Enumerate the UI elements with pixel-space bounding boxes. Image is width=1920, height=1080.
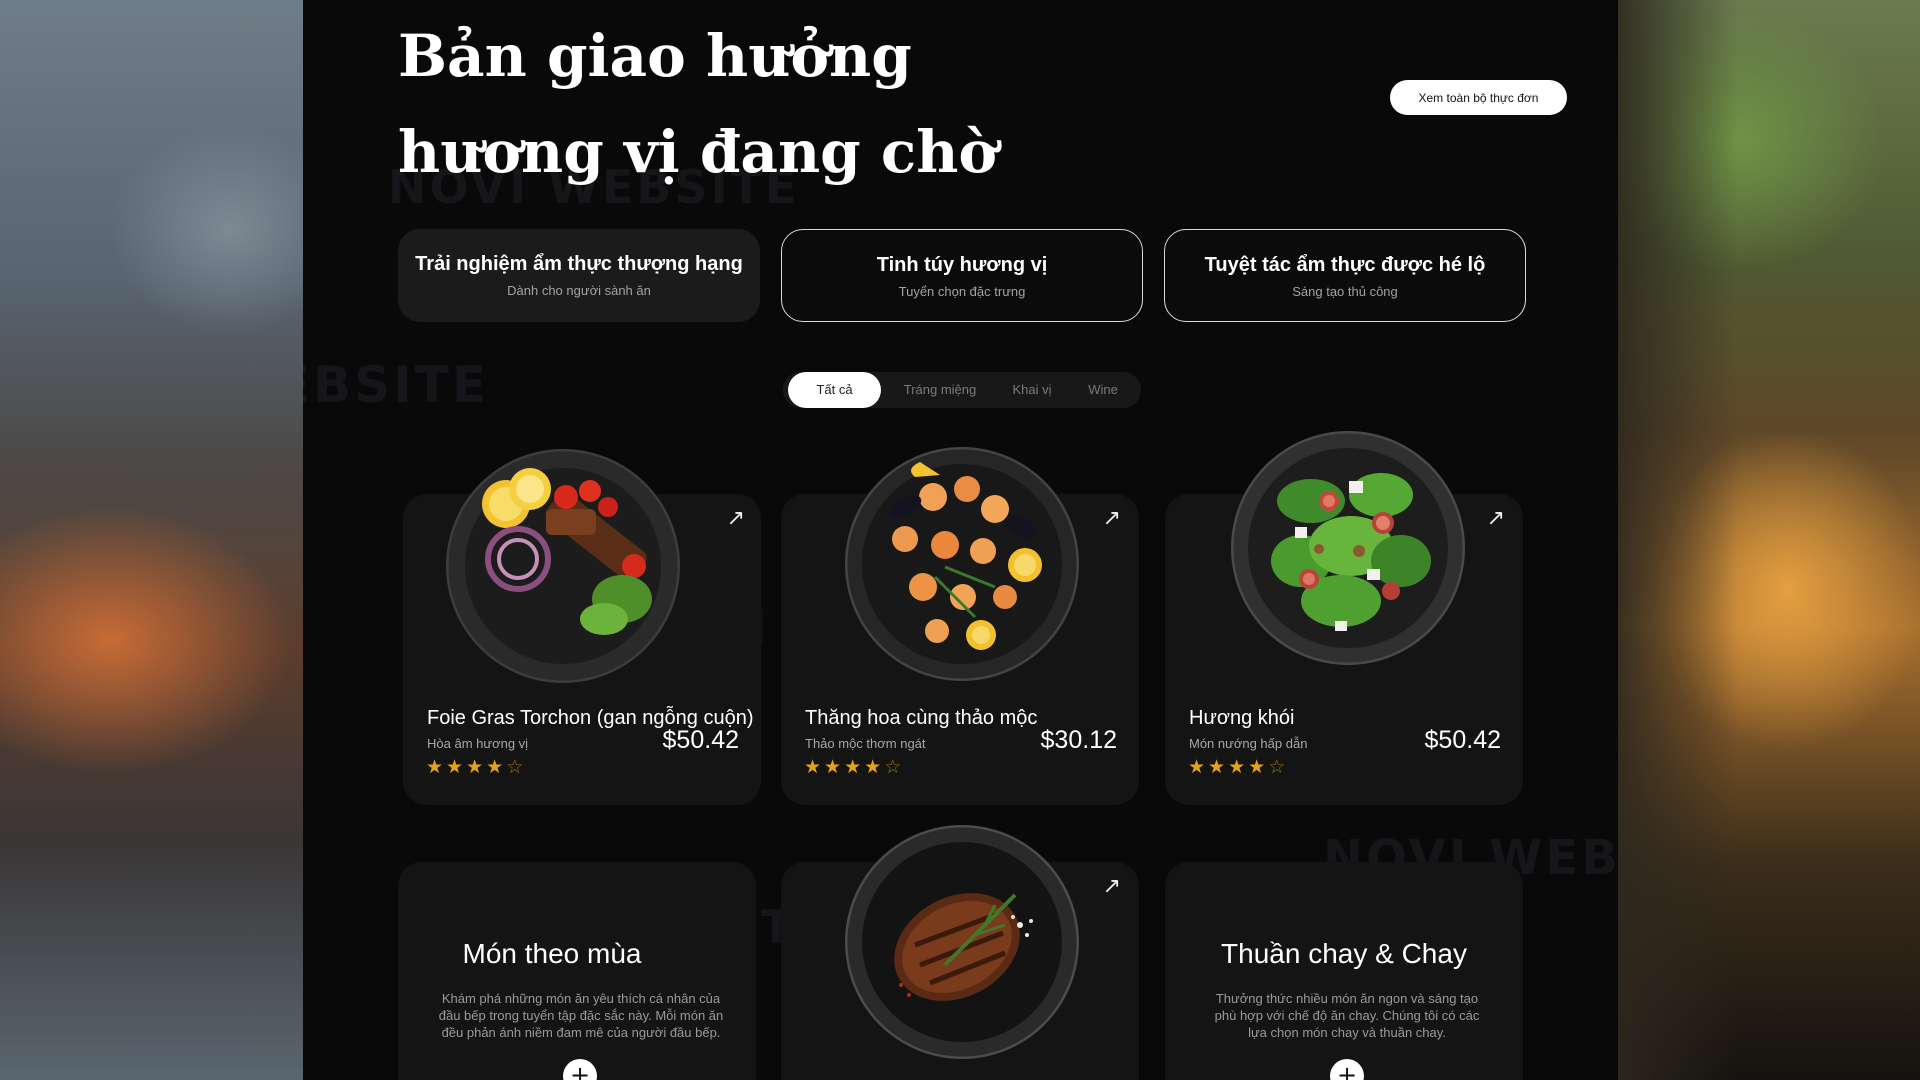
feature-subtitle: Sáng tạo thủ công	[1292, 284, 1398, 299]
background-photo-left	[0, 0, 303, 1080]
feature-title: Trải nghiệm ẩm thực thượng hạng	[415, 253, 743, 275]
vegan-dishes-card[interactable]: Thuần chay & Chay Thưởng thức nhiều món …	[1165, 862, 1523, 1080]
feature-title: Tuyệt tác ẩm thực được hé lộ	[1204, 254, 1486, 276]
arrow-up-right-icon[interactable]: ↗	[1103, 506, 1121, 531]
dish-image-grilled-skewer	[446, 449, 680, 683]
feature-card-masterpiece[interactable]: Tuyệt tác ẩm thực được hé lộ Sáng tạo th…	[1164, 229, 1526, 322]
star-rating: ★★★★☆	[426, 756, 526, 779]
star-icon: ★	[466, 757, 487, 778]
dish-price: $30.12	[1040, 726, 1117, 754]
arrow-up-right-icon[interactable]: ↗	[1487, 506, 1505, 531]
plus-icon[interactable]: +	[563, 1059, 597, 1080]
dish-price: $50.42	[662, 726, 739, 754]
dish-image-seafood	[845, 447, 1079, 681]
star-icon: ★	[1248, 757, 1269, 778]
dish-price: $50.42	[1424, 726, 1501, 754]
star-icon: ★	[1208, 757, 1229, 778]
dish-name: Hương khói	[1189, 707, 1295, 729]
star-icon: ★	[486, 757, 507, 778]
promo-description: Thưởng thức nhiều món ăn ngon và sáng tạ…	[1214, 991, 1480, 1040]
star-icon: ★	[864, 757, 885, 778]
star-icon: ★	[844, 757, 865, 778]
seasonal-dishes-card[interactable]: Món theo mùa Khám phá những món ăn yêu t…	[398, 862, 756, 1080]
dish-name: Thăng hoa cùng thảo mộc	[805, 707, 1038, 729]
star-rating: ★★★★☆	[804, 756, 904, 779]
category-filter-tabs: Tất cả Tráng miệng Khai vị Wine	[783, 372, 1141, 408]
star-icon: ★	[804, 757, 825, 778]
watermark: NOVI WEBSITE	[303, 356, 490, 414]
star-half-icon: ☆	[506, 757, 527, 778]
star-rating: ★★★★☆	[1188, 756, 1288, 779]
dish-image-fig-salad	[1231, 431, 1465, 665]
star-icon: ★	[446, 757, 467, 778]
star-half-icon: ☆	[884, 757, 905, 778]
view-full-menu-button[interactable]: Xem toàn bộ thực đơn	[1390, 80, 1567, 115]
star-icon: ★	[1188, 757, 1209, 778]
arrow-up-right-icon[interactable]: ↗	[727, 506, 745, 531]
dish-card[interactable]: ↗ Foie Gras Torchon (gan ngỗng cuộn) Hòa…	[403, 449, 761, 805]
tab-all[interactable]: Tất cả	[788, 372, 881, 408]
promo-description: Khám phá những món ăn yêu thích cá nhân …	[438, 991, 724, 1040]
feature-card-premium[interactable]: Trải nghiệm ẩm thực thượng hạng Dành cho…	[398, 229, 760, 322]
star-half-icon: ☆	[1268, 757, 1289, 778]
feature-subtitle: Dành cho người sành ăn	[507, 283, 651, 298]
promo-title: Món theo mùa	[462, 938, 642, 969]
arrow-up-right-icon[interactable]: ↗	[1103, 874, 1121, 899]
star-icon: ★	[1228, 757, 1249, 778]
feature-title: Tinh túy hương vị	[876, 254, 1048, 276]
dish-card[interactable]: ↗ Thăng hoa cùng thảo mộc Thảo mộc thơm …	[781, 447, 1139, 805]
tab-desserts[interactable]: Tráng miệng	[887, 372, 993, 408]
menu-section: NOVI WEBSITE NOVI WEBSITE NOVI WEBSITE N…	[303, 0, 1618, 1080]
star-icon: ★	[824, 757, 845, 778]
background-photo-right	[1618, 0, 1920, 1080]
tab-wine[interactable]: Wine	[1071, 372, 1135, 408]
tab-appetizers[interactable]: Khai vị	[997, 372, 1067, 408]
dish-subtitle: Thảo mộc thơm ngát	[805, 736, 926, 751]
star-icon: ★	[426, 757, 447, 778]
promo-title: Thuần chay & Chay	[1221, 938, 1467, 969]
page-title: Bản giao hưởng hương vị đang chờ	[398, 22, 998, 186]
feature-subtitle: Tuyển chọn đặc trưng	[898, 284, 1026, 299]
dish-subtitle: Món nướng hấp dẫn	[1189, 736, 1308, 751]
dish-card[interactable]: ↗ Hương khói Món nướng hấp dẫn $50.42 ★★…	[1165, 431, 1523, 805]
plus-icon[interactable]: +	[1330, 1059, 1364, 1080]
feature-card-essence[interactable]: Tinh túy hương vị Tuyển chọn đặc trưng	[781, 229, 1143, 322]
dish-image-grilled-steak	[845, 825, 1079, 1059]
dish-subtitle: Hòa âm hương vị	[427, 736, 529, 751]
featured-dish-card[interactable]: ↗	[781, 825, 1139, 1080]
